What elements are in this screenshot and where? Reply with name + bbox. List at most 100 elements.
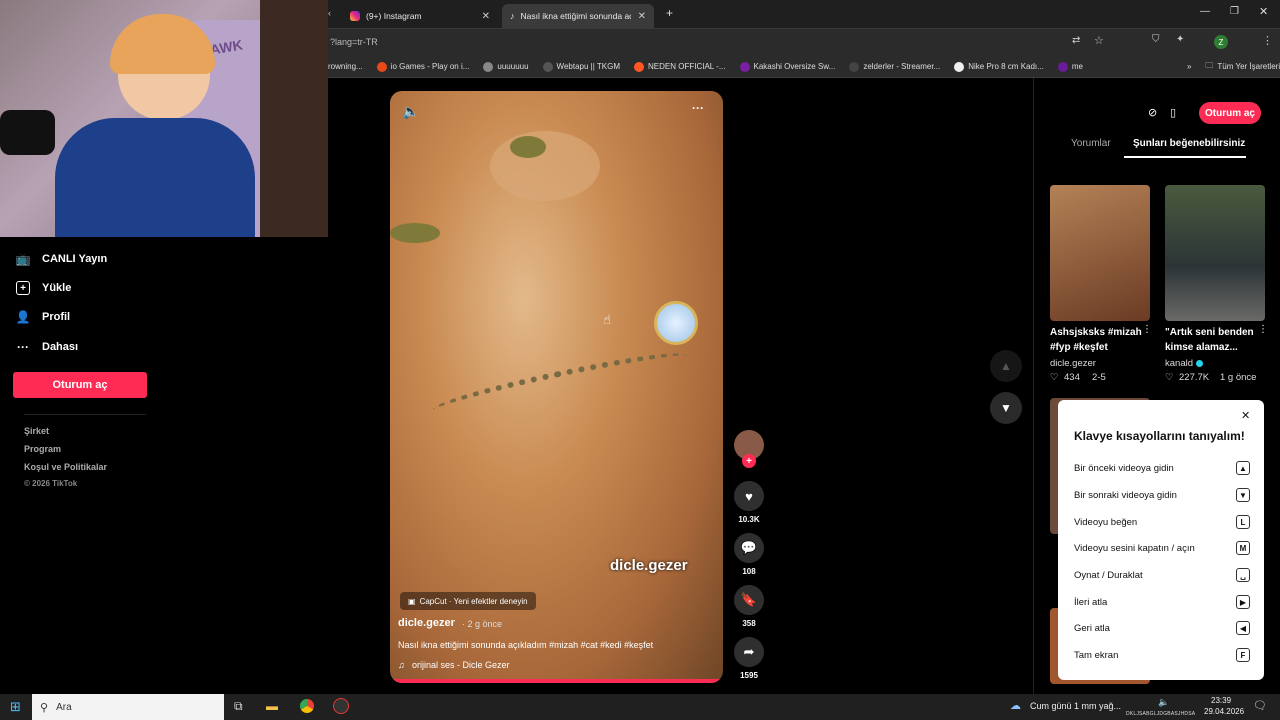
- bookmarks-more-icon[interactable]: »: [1187, 62, 1191, 71]
- bookmark-item[interactable]: uuuuuuu: [483, 61, 529, 72]
- share-action[interactable]: ➦ 1595: [734, 637, 764, 680]
- all-bookmarks-folder[interactable]: 🗀 Tüm Yer İşaretleri: [1205, 60, 1280, 74]
- close-window-icon[interactable]: ✕: [1259, 5, 1268, 18]
- windows-start-icon[interactable]: ⊞: [10, 699, 21, 715]
- sidebar-item-profile[interactable]: 👤 Profil: [16, 310, 71, 324]
- signin-button[interactable]: Oturum aç: [13, 372, 147, 398]
- comment-action[interactable]: 💬 108: [734, 533, 764, 576]
- volume-icon[interactable]: 🔈: [402, 103, 419, 120]
- weather-text[interactable]: Cum günü 1 mm yağ...: [1030, 701, 1121, 711]
- tab-instagram[interactable]: (9+) Instagram ✕: [342, 4, 498, 28]
- tab-scroll-left-icon[interactable]: ‹: [328, 8, 331, 18]
- active-tab-indicator: [1124, 156, 1246, 158]
- card-author[interactable]: kanald: [1165, 358, 1193, 369]
- sidebar-item-more[interactable]: ··· Dahası: [16, 340, 78, 354]
- tab-recommended[interactable]: Şunları beğenebilirsiniz: [1133, 138, 1245, 149]
- arrow-down-key-icon: ▼: [1236, 488, 1250, 502]
- tab-tiktok[interactable]: ♪ Nasıl ikna ettiğimi sonunda açı ✕: [502, 4, 654, 28]
- address-bar[interactable]: ?lang=tr-TR ⇄ ☆ ⛉ ✦ Z ⋮: [328, 28, 1280, 56]
- sweater: [55, 118, 255, 237]
- clock-time[interactable]: 23:39: [1211, 696, 1231, 705]
- video-thumbnail[interactable]: [1050, 185, 1150, 321]
- bookmark-item[interactable]: NEDEN OFFICIAL -...: [634, 61, 726, 72]
- like-action[interactable]: ♥ 10.3K: [734, 481, 764, 524]
- card-title[interactable]: Ashsjsksks #mizah #fyp #keşfet: [1050, 325, 1145, 355]
- close-icon[interactable]: ✕: [1241, 409, 1250, 422]
- progress-bar[interactable]: [390, 679, 723, 683]
- close-tab-icon[interactable]: ✕: [482, 11, 490, 22]
- signin-button-header[interactable]: Oturum aç: [1199, 102, 1261, 124]
- close-tab-icon[interactable]: ✕: [638, 11, 646, 22]
- video-time: · 2 g önce: [462, 619, 503, 629]
- bookmarks-bar: rowning... io Games - Play on i... uuuuu…: [328, 56, 1280, 78]
- bookmark-item[interactable]: Nike Pro 8 cm Kadı...: [954, 61, 1044, 72]
- compass-icon[interactable]: ⊘: [1148, 106, 1157, 119]
- previous-video-button[interactable]: ▲: [990, 350, 1022, 382]
- windows-taskbar: ⊞ ⚲ Ara ⧉ ▬ ☁ Cum günü 1 mm yağ... DKLJS…: [0, 694, 1280, 720]
- tab-title: (9+) Instagram: [366, 11, 422, 21]
- shortcut-row: İleri atla ▶: [1074, 595, 1250, 609]
- music-icon: ♫: [398, 660, 405, 670]
- minimize-icon[interactable]: —: [1200, 6, 1210, 17]
- task-view-icon[interactable]: ⧉: [234, 699, 243, 714]
- card-likes: 227.7K: [1179, 372, 1210, 383]
- url-text[interactable]: ?lang=tr-TR: [330, 37, 378, 47]
- chrome-icon[interactable]: [300, 699, 314, 713]
- bookmark-item[interactable]: Kakashi Oversize Sw...: [739, 61, 835, 72]
- card-title[interactable]: "Artık seni benden kimse alamaz...: [1165, 325, 1260, 355]
- video-player[interactable]: 🔈 ··· dicle.gezer ▣ CapCut · Yeni efektle…: [390, 91, 723, 683]
- video-watermark: dicle.gezer: [610, 557, 688, 574]
- volume-tray-icon[interactable]: 🔈: [1158, 697, 1169, 708]
- shortcut-row: Tam ekran F: [1074, 648, 1250, 662]
- sound-name[interactable]: orijinal ses - Dicle Gezer: [412, 660, 510, 670]
- new-tab-button[interactable]: +: [666, 6, 673, 20]
- heart-icon[interactable]: ♥: [734, 481, 764, 511]
- follow-plus-icon[interactable]: +: [742, 454, 756, 468]
- file-explorer-icon[interactable]: ▬: [266, 699, 278, 713]
- shortcut-row: Bir önceki videoya gidin ▲: [1074, 461, 1250, 475]
- save-action[interactable]: 🔖 358: [734, 585, 764, 628]
- translate-icon[interactable]: ⇄: [1072, 35, 1080, 46]
- copyright: © 2026 TikTok: [24, 479, 78, 488]
- card-likes: 434: [1064, 372, 1080, 383]
- extensions-icon[interactable]: ✦: [1176, 34, 1184, 45]
- device-icon[interactable]: ▯: [1170, 106, 1176, 119]
- notification-icon[interactable]: 🗨: [1253, 699, 1267, 712]
- footer-link[interactable]: Koşul ve Politikalar: [24, 462, 107, 472]
- next-video-button[interactable]: ▼: [990, 392, 1022, 424]
- profile-avatar-icon[interactable]: Z: [1214, 35, 1228, 49]
- bookmark-item[interactable]: Webtapu || TKGM: [542, 61, 620, 72]
- card-date: 1 g önce: [1220, 372, 1257, 383]
- taskbar-search[interactable]: ⚲ Ara: [32, 694, 224, 720]
- bookmark-item[interactable]: zelderler - Streamer...: [849, 61, 940, 72]
- author-avatar[interactable]: +: [734, 430, 764, 468]
- comment-icon[interactable]: 💬: [734, 533, 764, 563]
- sidebar-item-upload[interactable]: + Yükle: [16, 281, 71, 295]
- card-more-icon[interactable]: ⋮: [1258, 324, 1268, 335]
- footer-link[interactable]: Şirket: [24, 426, 49, 436]
- bookmark-icon[interactable]: 🔖: [734, 585, 764, 615]
- bookmark-star-icon[interactable]: ☆: [1094, 34, 1104, 47]
- card-author[interactable]: dicle.gezer: [1050, 358, 1096, 369]
- plus-icon: +: [16, 281, 30, 295]
- bookmark-item[interactable]: io Games - Play on i...: [376, 61, 469, 72]
- tab-comments[interactable]: Yorumlar: [1071, 138, 1111, 149]
- video-author[interactable]: dicle.gezer: [398, 617, 455, 629]
- bookmark-item[interactable]: rowning...: [328, 62, 363, 71]
- footer-link[interactable]: Program: [24, 444, 61, 454]
- share-icon[interactable]: ➦: [734, 637, 764, 667]
- shortcut-row: Bir sonraki videoya gidin ▼: [1074, 488, 1250, 502]
- video-thumbnail[interactable]: [1165, 185, 1265, 321]
- card-more-icon[interactable]: ⋮: [1142, 324, 1152, 335]
- shield-icon[interactable]: ⛉: [1152, 34, 1160, 45]
- bookmark-item[interactable]: me: [1057, 61, 1083, 72]
- sidebar-item-live[interactable]: 📺 CANLI Yayın: [16, 252, 108, 266]
- save-count: 358: [742, 619, 756, 628]
- tab-title: Nasıl ikna ettiğimi sonunda açı: [520, 11, 631, 21]
- menu-kebab-icon[interactable]: ⋮: [1262, 34, 1273, 47]
- obs-icon[interactable]: [333, 698, 349, 714]
- restore-icon[interactable]: ❐: [1230, 6, 1239, 17]
- more-options-icon[interactable]: ···: [692, 101, 704, 115]
- capcut-badge[interactable]: ▣ CapCut · Yeni efektler deneyin: [400, 592, 536, 610]
- clock-date[interactable]: 29.04.2026: [1204, 707, 1244, 716]
